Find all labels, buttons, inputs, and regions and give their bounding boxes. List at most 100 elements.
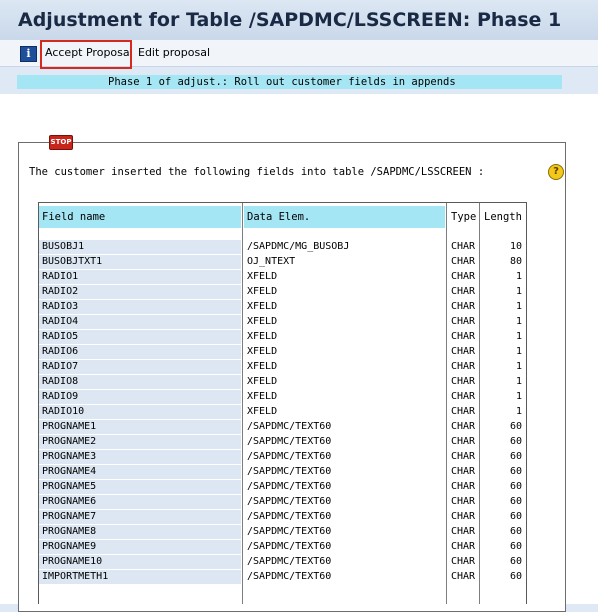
length-cell[interactable]: 60 xyxy=(481,465,524,479)
field-name-cell[interactable]: BUSOBJ1 xyxy=(39,240,241,254)
table-row[interactable]: PROGNAME7/SAPDMC/TEXT60 CHAR 60 xyxy=(0,510,598,525)
length-cell[interactable]: 1 xyxy=(481,300,524,314)
data-element-cell[interactable]: XFELD xyxy=(244,345,445,359)
table-row[interactable]: RADIO9 XFELD CHAR 1 xyxy=(0,390,598,405)
type-cell[interactable]: CHAR xyxy=(448,360,478,374)
length-cell[interactable]: 1 xyxy=(481,405,524,419)
data-element-cell[interactable]: OJ_NTEXT xyxy=(244,255,445,269)
length-cell[interactable]: 1 xyxy=(481,285,524,299)
data-element-cell[interactable]: XFELD xyxy=(244,375,445,389)
data-element-cell[interactable]: /SAPDMC/TEXT60 xyxy=(244,495,445,509)
table-row[interactable]: BUSOBJ1/SAPDMC/MG_BUSOBJ CHAR 10 xyxy=(0,240,598,255)
field-name-cell[interactable]: RADIO5 xyxy=(39,330,241,344)
data-element-cell[interactable]: XFELD xyxy=(244,360,445,374)
field-name-cell[interactable]: PROGNAME1 xyxy=(39,420,241,434)
table-row[interactable]: RADIO7 XFELD CHAR 1 xyxy=(0,360,598,375)
table-row[interactable]: PROGNAME9/SAPDMC/TEXT60 CHAR 60 xyxy=(0,540,598,555)
field-name-cell[interactable]: RADIO7 xyxy=(39,360,241,374)
header-type[interactable]: Type xyxy=(448,206,478,228)
data-element-cell[interactable]: /SAPDMC/TEXT60 xyxy=(244,420,445,434)
type-cell[interactable]: CHAR xyxy=(448,540,478,554)
length-cell[interactable]: 1 xyxy=(481,345,524,359)
data-element-cell[interactable]: /SAPDMC/TEXT60 xyxy=(244,450,445,464)
length-cell[interactable]: 1 xyxy=(481,360,524,374)
header-field-name[interactable]: Field name xyxy=(39,206,241,228)
type-cell[interactable]: CHAR xyxy=(448,315,478,329)
length-cell[interactable]: 60 xyxy=(481,420,524,434)
length-cell[interactable]: 80 xyxy=(481,255,524,269)
type-cell[interactable]: CHAR xyxy=(448,420,478,434)
data-element-cell[interactable]: /SAPDMC/TEXT60 xyxy=(244,555,445,569)
length-cell[interactable]: 60 xyxy=(481,480,524,494)
length-cell[interactable]: 1 xyxy=(481,330,524,344)
type-cell[interactable]: CHAR xyxy=(448,465,478,479)
type-cell[interactable]: CHAR xyxy=(448,300,478,314)
data-element-cell[interactable]: /SAPDMC/MG_BUSOBJ xyxy=(244,240,445,254)
table-row[interactable]: RADIO8 XFELD CHAR 1 xyxy=(0,375,598,390)
data-element-cell[interactable]: /SAPDMC/TEXT60 xyxy=(244,525,445,539)
header-length[interactable]: Length xyxy=(481,206,524,228)
table-row[interactable]: PROGNAME5/SAPDMC/TEXT60 CHAR 60 xyxy=(0,480,598,495)
field-name-cell[interactable]: PROGNAME7 xyxy=(39,510,241,524)
length-cell[interactable]: 10 xyxy=(481,240,524,254)
table-row[interactable]: BUSOBJTXT1 OJ_NTEXT CHAR 80 xyxy=(0,255,598,270)
length-cell[interactable]: 1 xyxy=(481,375,524,389)
data-element-cell[interactable]: XFELD xyxy=(244,300,445,314)
data-element-cell[interactable]: XFELD xyxy=(244,315,445,329)
length-cell[interactable]: 1 xyxy=(481,315,524,329)
type-cell[interactable]: CHAR xyxy=(448,375,478,389)
field-name-cell[interactable]: PROGNAME9 xyxy=(39,540,241,554)
length-cell[interactable]: 1 xyxy=(481,390,524,404)
table-row[interactable]: PROGNAME4/SAPDMC/TEXT60 CHAR 60 xyxy=(0,465,598,480)
type-cell[interactable]: CHAR xyxy=(448,285,478,299)
length-cell[interactable]: 60 xyxy=(481,510,524,524)
length-cell[interactable]: 60 xyxy=(481,525,524,539)
table-row[interactable]: RADIO10 XFELD CHAR 1 xyxy=(0,405,598,420)
table-row[interactable]: RADIO1 XFELD CHAR 1 xyxy=(0,270,598,285)
length-cell[interactable]: 60 xyxy=(481,555,524,569)
field-name-cell[interactable]: PROGNAME5 xyxy=(39,480,241,494)
type-cell[interactable]: CHAR xyxy=(448,255,478,269)
field-name-cell[interactable]: RADIO10 xyxy=(39,405,241,419)
table-row[interactable]: PROGNAME10/SAPDMC/TEXT60 CHAR 60 xyxy=(0,555,598,570)
table-row[interactable]: PROGNAME8/SAPDMC/TEXT60 CHAR 60 xyxy=(0,525,598,540)
field-name-cell[interactable]: RADIO1 xyxy=(39,270,241,284)
type-cell[interactable]: CHAR xyxy=(448,480,478,494)
field-name-cell[interactable]: RADIO8 xyxy=(39,375,241,389)
length-cell[interactable]: 60 xyxy=(481,540,524,554)
type-cell[interactable]: CHAR xyxy=(448,270,478,284)
type-cell[interactable]: CHAR xyxy=(448,525,478,539)
data-element-cell[interactable]: XFELD xyxy=(244,330,445,344)
table-row[interactable]: RADIO4 XFELD CHAR 1 xyxy=(0,315,598,330)
type-cell[interactable]: CHAR xyxy=(448,435,478,449)
table-row[interactable]: PROGNAME2/SAPDMC/TEXT60 CHAR 60 xyxy=(0,435,598,450)
data-element-cell[interactable]: /SAPDMC/TEXT60 xyxy=(244,540,445,554)
field-name-cell[interactable]: RADIO9 xyxy=(39,390,241,404)
data-element-cell[interactable]: /SAPDMC/TEXT60 xyxy=(244,570,445,584)
data-element-cell[interactable]: XFELD xyxy=(244,405,445,419)
field-name-cell[interactable]: RADIO4 xyxy=(39,315,241,329)
type-cell[interactable]: CHAR xyxy=(448,405,478,419)
type-cell[interactable]: CHAR xyxy=(448,330,478,344)
data-element-cell[interactable]: /SAPDMC/TEXT60 xyxy=(244,435,445,449)
type-cell[interactable]: CHAR xyxy=(448,450,478,464)
length-cell[interactable]: 60 xyxy=(481,570,524,584)
field-name-cell[interactable]: RADIO3 xyxy=(39,300,241,314)
field-name-cell[interactable]: PROGNAME10 xyxy=(39,555,241,569)
edit-proposal-button[interactable]: Edit proposal xyxy=(138,46,210,60)
data-element-cell[interactable]: XFELD xyxy=(244,390,445,404)
field-name-cell[interactable]: PROGNAME4 xyxy=(39,465,241,479)
table-row[interactable]: PROGNAME6/SAPDMC/TEXT60 CHAR 60 xyxy=(0,495,598,510)
table-row[interactable]: IMPORTMETH1/SAPDMC/TEXT60 CHAR 60 xyxy=(0,570,598,585)
info-icon[interactable]: i xyxy=(20,46,37,62)
length-cell[interactable]: 60 xyxy=(481,450,524,464)
data-element-cell[interactable]: /SAPDMC/TEXT60 xyxy=(244,510,445,524)
type-cell[interactable]: CHAR xyxy=(448,390,478,404)
type-cell[interactable]: CHAR xyxy=(448,495,478,509)
data-element-cell[interactable]: XFELD xyxy=(244,270,445,284)
field-name-cell[interactable]: PROGNAME8 xyxy=(39,525,241,539)
table-row[interactable]: RADIO5 XFELD CHAR 1 xyxy=(0,330,598,345)
data-element-cell[interactable]: /SAPDMC/TEXT60 xyxy=(244,465,445,479)
field-name-cell[interactable]: PROGNAME6 xyxy=(39,495,241,509)
type-cell[interactable]: CHAR xyxy=(448,570,478,584)
